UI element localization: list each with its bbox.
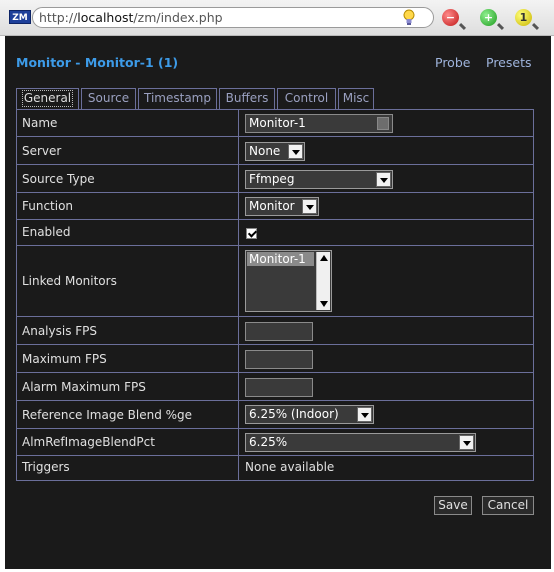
table-row-alarm-maximum-fps: Alarm Maximum FPS [17, 373, 533, 401]
url-bar[interactable]: http://localhost/zm/index.php [32, 7, 434, 28]
name-label: Name [22, 116, 58, 130]
alm-ref-blend-label: AlmRefImageBlendPct [22, 435, 155, 449]
enabled-checkbox[interactable] [246, 228, 257, 239]
table-row-maximum-fps: Maximum FPS [17, 345, 533, 373]
chevron-down-icon [357, 407, 372, 422]
zoom-out-icon[interactable]: − [442, 9, 459, 26]
table-row-name: Name Monitor-1 [17, 110, 533, 137]
zoom-in-icon[interactable]: + [480, 9, 497, 26]
enabled-label: Enabled [22, 225, 71, 239]
table-row-ref-blend: Reference Image Blend %ge 6.25% (Indoor) [17, 401, 533, 429]
triggers-label: Triggers [22, 460, 70, 474]
chevron-down-icon [376, 172, 391, 187]
table-row-source-type: Source Type Ffmpeg [17, 165, 533, 193]
table-row-alm-ref-blend: AlmRefImageBlendPct 6.25% [17, 429, 533, 456]
table-row-function: Function Monitor [17, 193, 533, 220]
monitor-dialog: Monitor - Monitor-1 (1) Probe Presets Ge… [5, 36, 551, 569]
tab-general[interactable]: General [16, 88, 79, 110]
alm-ref-blend-select[interactable]: 6.25% [245, 433, 476, 452]
zoom-reset-icon[interactable]: 1 [515, 9, 532, 26]
probe-link[interactable]: Probe [435, 55, 470, 70]
list-item[interactable]: Monitor-1 [247, 252, 314, 266]
maximum-fps-label: Maximum FPS [22, 352, 107, 366]
tab-control[interactable]: Control [277, 88, 336, 109]
analysis-fps-input[interactable] [245, 322, 313, 341]
browser-toolbar: ZM http://localhost/zm/index.php − + 1 [0, 0, 554, 36]
autofill-icon [377, 117, 389, 130]
source-type-select[interactable]: Ffmpeg [245, 170, 393, 189]
table-row-linked-monitors: Linked Monitors Monitor-1 [17, 246, 533, 317]
scroll-up-icon[interactable] [320, 255, 328, 261]
tab-timestamp[interactable]: Timestamp [138, 88, 217, 109]
linked-monitors-listbox[interactable]: Monitor-1 [245, 250, 332, 312]
ref-blend-select[interactable]: 6.25% (Indoor) [245, 405, 374, 424]
table-row-triggers: Triggers None available [17, 456, 533, 480]
bulb-icon[interactable] [403, 9, 415, 26]
tab-buffers[interactable]: Buffers [219, 88, 275, 109]
function-label: Function [22, 199, 74, 213]
chevron-down-icon [288, 144, 303, 159]
triggers-value: None available [245, 460, 335, 474]
scroll-down-icon[interactable] [320, 301, 328, 307]
analysis-fps-label: Analysis FPS [22, 324, 98, 338]
presets-link[interactable]: Presets [486, 55, 532, 70]
alarm-maximum-fps-label: Alarm Maximum FPS [22, 380, 146, 394]
tab-misc[interactable]: Misc [338, 88, 374, 109]
zm-favicon-icon: ZM [9, 10, 31, 24]
url-text: http://localhost/zm/index.php [39, 10, 223, 25]
settings-table: Name Monitor-1 Server None Source Type F… [16, 109, 534, 481]
table-row-enabled: Enabled [17, 220, 533, 246]
ref-blend-label: Reference Image Blend %ge [22, 408, 193, 422]
cancel-button[interactable]: Cancel [482, 496, 534, 515]
maximum-fps-input[interactable] [245, 350, 313, 369]
linked-monitors-label: Linked Monitors [22, 274, 117, 288]
function-select[interactable]: Monitor [245, 197, 319, 216]
source-type-label: Source Type [22, 172, 95, 186]
scrollbar[interactable] [316, 252, 330, 310]
name-input[interactable]: Monitor-1 [245, 114, 393, 133]
table-row-analysis-fps: Analysis FPS [17, 317, 533, 345]
page-title: Monitor - Monitor-1 (1) [16, 55, 179, 70]
chevron-down-icon [302, 199, 317, 214]
table-row-server: Server None [17, 137, 533, 165]
chevron-down-icon [459, 435, 474, 450]
alarm-maximum-fps-input[interactable] [245, 378, 313, 397]
server-label: Server [22, 144, 62, 158]
tab-source[interactable]: Source [81, 88, 136, 109]
server-select[interactable]: None [245, 142, 305, 161]
save-button[interactable]: Save [434, 496, 472, 515]
